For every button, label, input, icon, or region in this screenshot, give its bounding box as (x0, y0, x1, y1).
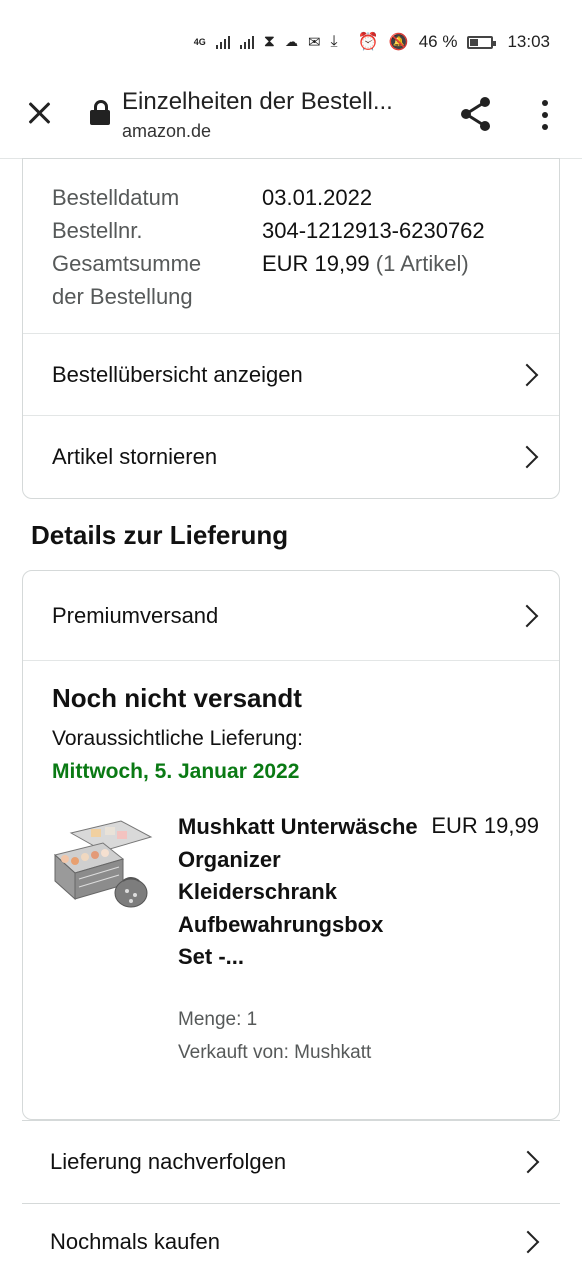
delivery-heading: Details zur Lieferung (31, 520, 289, 550)
chevron-right-icon (515, 363, 539, 386)
lock-icon[interactable] (90, 100, 110, 126)
mute-icon: 🔕 (388, 34, 409, 51)
mail-icon: ✉ (307, 34, 321, 51)
estimated-delivery-label: Voraussichtliche Lieferung: (52, 727, 303, 750)
order-number-label: Bestellnr. (52, 218, 143, 243)
divider (23, 660, 559, 661)
status-icons: 4G ⧗ ☁ ✉ ⤓ ⏰ 🔕 46 % 13:03 (194, 32, 550, 52)
estimated-delivery-date: Mittwoch, 5. Januar 2022 (52, 760, 300, 783)
shipping-method-link[interactable]: Premiumversand (23, 571, 559, 660)
product-price: EUR 19,99 (431, 813, 539, 838)
page-url[interactable]: amazon.de (122, 121, 211, 142)
chevron-right-icon (515, 445, 539, 469)
browser-toolbar: Einzelheiten der Bestell... amazon.de (0, 86, 582, 158)
signal-icon (215, 35, 230, 49)
battery-percent: 46 % (418, 32, 458, 51)
order-info-card: Bestelldatum 03.01.2022 Bestellnr. 304-1… (22, 158, 560, 499)
cancel-items-link[interactable]: Artikel stornieren (23, 416, 559, 498)
status-bar: 4G ⧗ ☁ ✉ ⤓ ⏰ 🔕 46 % 13:03 (0, 0, 582, 86)
cloud-icon: ☁ (284, 34, 298, 49)
battery-icon (467, 35, 497, 49)
product-seller: Verkauft von: Mushkatt (178, 1042, 372, 1063)
cancel-items-label: Artikel stornieren (52, 444, 218, 469)
alarm-icon: ⏰ (357, 32, 379, 51)
more-vert-icon[interactable] (530, 98, 560, 134)
order-date-label: Bestelldatum (52, 185, 180, 210)
chevron-right-icon (516, 1150, 540, 1174)
view-order-summary-link[interactable]: Bestellübersicht anzeigen (23, 334, 559, 415)
chevron-right-icon (515, 604, 539, 627)
download-icon: ⤓ (330, 33, 338, 50)
delivery-card: Premiumversand Noch nicht versandt Vorau… (22, 570, 560, 1120)
product-image[interactable] (51, 815, 155, 911)
product-quantity: Menge: 1 (178, 1009, 258, 1030)
product-title-link[interactable]: Mushkatt Unterwäsche Organizer Kleidersc… (178, 811, 418, 974)
order-total-label-line2: der Bestellung (52, 284, 193, 309)
view-order-summary-label: Bestellübersicht anzeigen (52, 361, 303, 387)
order-total-label-line1: Gesamtsumme (52, 251, 202, 276)
close-icon[interactable] (22, 96, 56, 130)
page-title[interactable]: Einzelheiten der Bestell... (122, 88, 393, 116)
buy-again-label: Nochmals kaufen (50, 1229, 220, 1254)
order-total-value: EUR 19,99 (1 Artikel) (262, 247, 469, 280)
shipping-method-label: Premiumversand (52, 602, 219, 628)
shipment-status: Noch nicht versandt (52, 683, 302, 713)
chevron-right-icon (516, 1230, 540, 1254)
signal-4g-icon: 4G (193, 36, 206, 47)
track-delivery-label: Lieferung nachverfolgen (50, 1149, 287, 1174)
hourglass-icon: ⧗ (263, 33, 275, 50)
share-icon[interactable] (456, 94, 496, 134)
order-total-label: Gesamtsumme der Bestellung (52, 247, 201, 313)
buy-again-link[interactable]: Nochmals kaufen (22, 1204, 560, 1280)
track-delivery-link[interactable]: Lieferung nachverfolgen (22, 1121, 560, 1203)
order-total-item-count: (1 Artikel) (375, 251, 469, 276)
order-number-value: 304-1212913-6230762 (262, 218, 485, 243)
order-total-amount: EUR 19,99 (262, 251, 370, 276)
order-date-value: 03.01.2022 (262, 185, 373, 210)
signal-icon-2 (239, 35, 254, 49)
clock: 13:03 (507, 32, 550, 51)
